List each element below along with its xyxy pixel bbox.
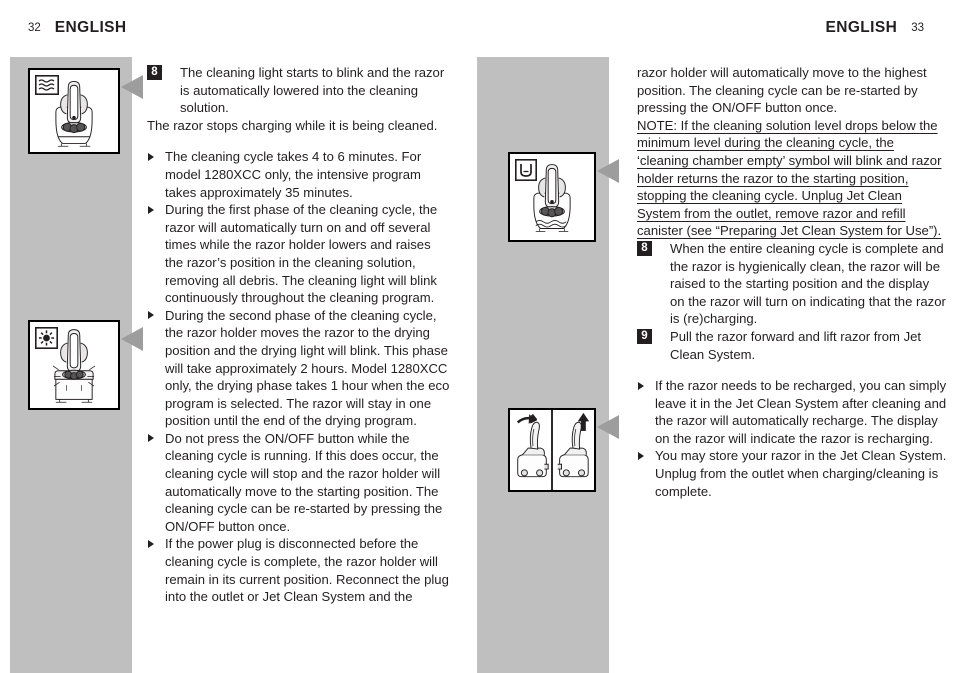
list-item: During the first phase of the cleaning c… <box>147 201 452 307</box>
bullet-triangle-icon <box>638 381 644 390</box>
bullet-triangle-icon <box>148 539 154 548</box>
right-bullet-list: If the razor needs to be recharged, you … <box>637 377 947 500</box>
list-item-text: If the power plug is disconnected before… <box>165 536 449 605</box>
figure-cleaning-solution <box>28 68 143 154</box>
list-item-text: Do not press the ON/OFF button while the… <box>165 430 443 534</box>
step-8-right: 8 When the entire cleaning cycle is comp… <box>637 240 947 328</box>
step-text: When the entire cleaning cycle is comple… <box>670 240 946 327</box>
step-text: Pull the razor forward and lift razor fr… <box>670 328 922 362</box>
figure-pointer-icon <box>121 75 143 99</box>
page-title-right: ENGLISH <box>825 19 898 36</box>
step-text: The cleaning light starts to blink and t… <box>180 65 445 116</box>
list-item: You may store your razor in the Jet Clea… <box>637 447 947 500</box>
right-text-column: razor holder will automatically move to … <box>637 64 947 500</box>
note-paragraph: NOTE: If the cleaning solution level dro… <box>637 117 942 239</box>
list-item-text: During the second phase of the cleaning … <box>165 307 450 429</box>
figure-drying-position <box>28 320 143 410</box>
step-8-left: 8 The cleaning light starts to blink and… <box>147 64 452 117</box>
folio-right: 33 <box>911 22 924 34</box>
list-item-text: During the first phase of the cleaning c… <box>165 202 438 306</box>
page-header-left: 32 ENGLISH <box>28 17 127 39</box>
step-9-right: 9 Pull the razor forward and lift razor … <box>637 328 947 363</box>
page-title-left: ENGLISH <box>54 19 127 36</box>
bullet-triangle-icon <box>148 152 154 161</box>
list-item: If the power plug is disconnected before… <box>147 535 452 605</box>
left-bullet-list: The cleaning cycle takes 4 to 6 minutes.… <box>147 148 452 605</box>
figure-pointer-icon <box>121 327 143 351</box>
step-number-badge: 8 <box>147 65 162 80</box>
sun-drying-icon <box>35 327 58 349</box>
list-item: Do not press the ON/OFF button while the… <box>147 430 452 536</box>
figure-pointer-icon <box>597 159 619 183</box>
list-item-text: If the razor needs to be recharged, you … <box>655 378 947 446</box>
step-number-badge: 8 <box>637 240 652 256</box>
cleaning-chamber-empty-icon <box>515 159 537 181</box>
page-header-right: ENGLISH 33 <box>826 17 925 39</box>
list-item-text: The cleaning cycle takes 4 to 6 minutes.… <box>165 149 422 200</box>
list-item-text: You may store your razor in the Jet Clea… <box>655 448 947 499</box>
list-item: If the razor needs to be recharged, you … <box>637 377 947 447</box>
folio-left: 32 <box>28 22 41 34</box>
water-waves-icon <box>35 75 59 95</box>
continuation-paragraph: razor holder will automatically move to … <box>637 65 927 116</box>
bullet-triangle-icon <box>638 451 644 460</box>
step-number-badge: 9 <box>637 328 652 344</box>
figure-pull-and-lift-razor <box>508 408 619 492</box>
figure-chamber-empty <box>508 152 619 242</box>
bullet-triangle-icon <box>148 434 154 443</box>
bullet-triangle-icon <box>148 311 154 320</box>
left-text-column: 8 The cleaning light starts to blink and… <box>147 64 452 606</box>
illustration-band-middle <box>477 57 609 673</box>
list-item: During the second phase of the cleaning … <box>147 307 452 430</box>
step-8-followup: The razor stops charging while it is bei… <box>147 117 438 133</box>
bullet-triangle-icon <box>148 205 154 214</box>
figure-pointer-icon <box>597 415 619 439</box>
list-item: The cleaning cycle takes 4 to 6 minutes.… <box>147 148 452 201</box>
